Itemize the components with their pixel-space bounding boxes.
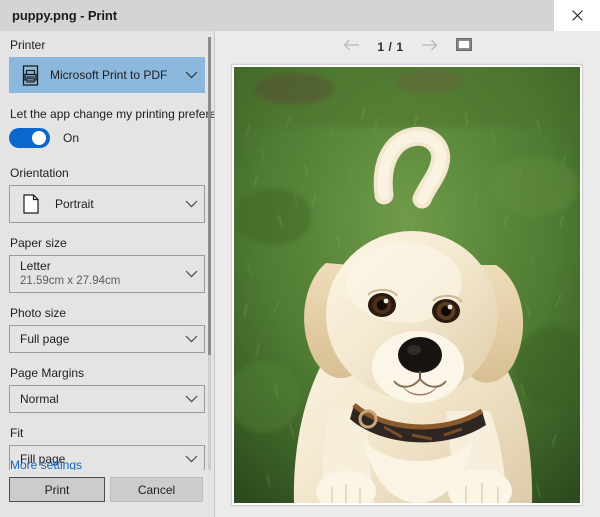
- print-preview-page: [231, 64, 583, 506]
- page-margins-value: Normal: [20, 391, 59, 406]
- app-preferences-toggle[interactable]: [9, 128, 50, 148]
- puppy-photo-illustration: [234, 67, 580, 503]
- printer-group: Printer Microsoft Print to PDF: [9, 38, 205, 93]
- close-button[interactable]: [554, 0, 600, 31]
- printer-combobox[interactable]: Microsoft Print to PDF: [9, 57, 205, 93]
- preview-photo: [234, 67, 580, 503]
- page-indicator: 1 / 1: [377, 39, 404, 54]
- titlebar: puppy.png - Print: [0, 0, 600, 31]
- chevron-down-icon: [178, 270, 204, 278]
- page-portrait-icon: [16, 194, 46, 214]
- orientation-value: Portrait: [55, 196, 94, 211]
- orientation-combobox[interactable]: Portrait: [9, 185, 205, 223]
- fit-label: Fit: [10, 426, 24, 440]
- arrow-left-icon: [343, 38, 360, 56]
- arrow-right-icon: [421, 38, 438, 56]
- chevron-down-icon: [178, 200, 204, 208]
- settings-scrollbar[interactable]: [208, 37, 211, 478]
- previous-page-button[interactable]: [335, 34, 369, 60]
- page-margins-group: Page Margins Normal: [9, 366, 205, 413]
- print-dialog-window: puppy.png - Print Printer Microsoft Prin…: [0, 0, 600, 517]
- dialog-body: Printer Microsoft Print to PDF Let the a…: [0, 31, 600, 517]
- orientation-label: Orientation: [10, 166, 69, 180]
- settings-scroll-area: Printer Microsoft Print to PDF Let the a…: [0, 31, 214, 478]
- paper-size-value: Letter: [20, 259, 51, 273]
- app-preferences-state: On: [63, 131, 80, 145]
- photo-size-group: Photo size Full page: [9, 306, 205, 353]
- paper-size-group: Paper size Letter 21.59cm x 27.94cm: [9, 236, 205, 293]
- orientation-group: Orientation Portrait: [9, 166, 205, 223]
- button-bar: Print Cancel: [0, 470, 214, 517]
- paper-size-dimensions: 21.59cm x 27.94cm: [20, 275, 121, 287]
- printer-icon: [16, 64, 46, 86]
- page-margins-label: Page Margins: [10, 366, 85, 380]
- printer-value: Microsoft Print to PDF: [50, 67, 168, 82]
- settings-pane: Printer Microsoft Print to PDF Let the a…: [0, 31, 214, 517]
- photo-size-value: Full page: [20, 331, 70, 346]
- cancel-button[interactable]: Cancel: [110, 477, 203, 502]
- printer-label: Printer: [10, 38, 46, 52]
- paper-size-label: Paper size: [10, 236, 67, 250]
- app-preferences-group: Let the app change my printing preferenc…: [9, 106, 214, 148]
- toggle-knob: [32, 131, 46, 145]
- chevron-down-icon: [178, 335, 204, 343]
- fit-to-page-icon: [455, 37, 472, 56]
- fit-to-page-button[interactable]: [447, 34, 481, 60]
- print-button[interactable]: Print: [9, 477, 105, 502]
- app-preferences-toggle-row: On: [9, 128, 200, 148]
- preview-toolbar: 1 / 1: [215, 31, 600, 62]
- chevron-down-icon: [178, 71, 204, 79]
- photo-size-combobox[interactable]: Full page: [9, 325, 205, 353]
- scrollbar-thumb[interactable]: [208, 37, 211, 355]
- chevron-down-icon: [178, 395, 204, 403]
- close-icon: [571, 10, 583, 21]
- window-title: puppy.png - Print: [12, 8, 117, 23]
- preview-pane: 1 / 1: [214, 31, 600, 517]
- app-preferences-label: Let the app change my printing preferenc…: [10, 107, 214, 121]
- paper-size-combobox[interactable]: Letter 21.59cm x 27.94cm: [9, 255, 205, 293]
- chevron-down-icon: [178, 455, 204, 463]
- page-margins-combobox[interactable]: Normal: [9, 385, 205, 413]
- photo-size-label: Photo size: [10, 306, 67, 320]
- next-page-button[interactable]: [413, 34, 447, 60]
